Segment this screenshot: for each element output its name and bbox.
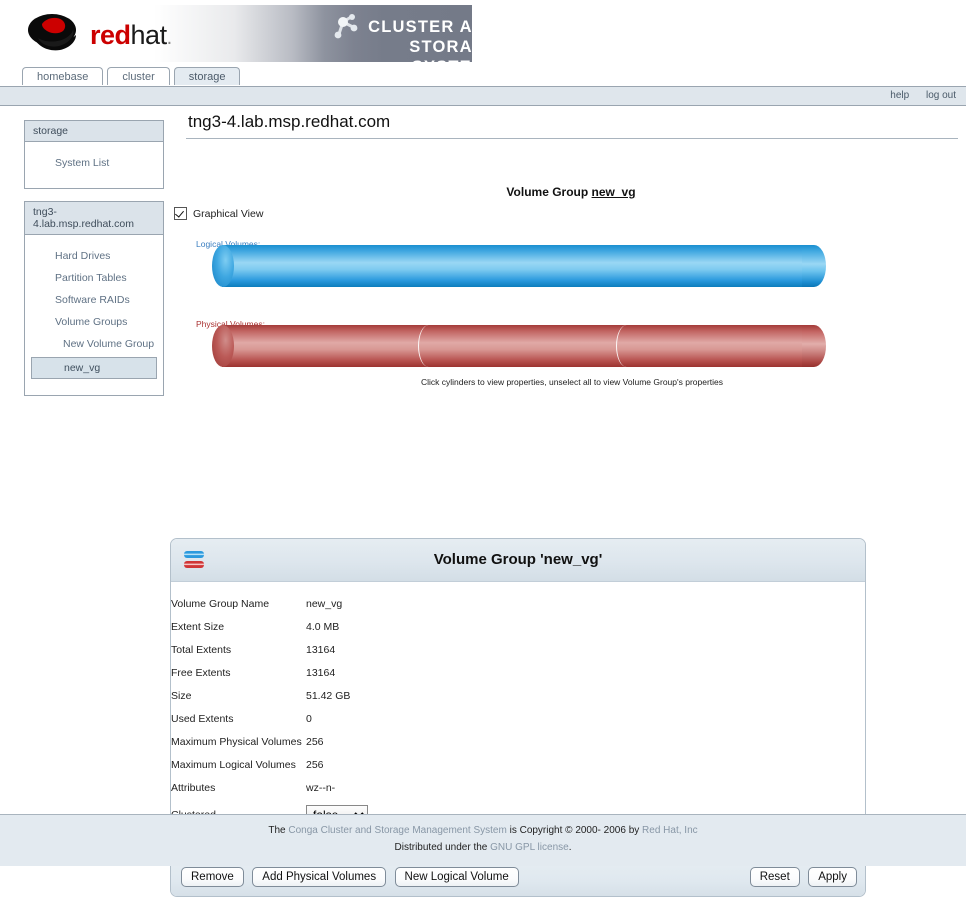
tab-homebase[interactable]: homebase xyxy=(22,67,103,85)
property-value: 256 xyxy=(306,753,865,776)
tab-storage[interactable]: storage xyxy=(174,67,241,85)
property-value: 13164 xyxy=(306,638,865,661)
volume-group-heading-name: new_vg xyxy=(592,185,636,199)
property-value: 4.0 MB xyxy=(306,615,865,638)
table-row: Total Extents 13164 xyxy=(171,638,865,661)
property-key: Total Extents xyxy=(171,638,306,661)
table-row: Free Extents 13164 xyxy=(171,661,865,684)
page-footer: The Conga Cluster and Storage Management… xyxy=(0,814,966,866)
property-key: Size xyxy=(171,684,306,707)
property-value: 13164 xyxy=(306,661,865,684)
logical-volume-cylinder-body xyxy=(222,245,814,287)
gnu-gpl-link[interactable]: GNU GPL license xyxy=(490,842,569,853)
panel-header: Volume Group 'new_vg' xyxy=(171,539,865,582)
property-key: Attributes xyxy=(171,776,306,799)
help-link[interactable]: help xyxy=(890,90,909,101)
sidebar-box-host: tng3-4.lab.msp.redhat.com Hard Drives Pa… xyxy=(24,201,164,396)
table-row: Used Extents 0 xyxy=(171,707,865,730)
graphical-view-checkbox[interactable] xyxy=(174,207,187,220)
wordmark-red: red xyxy=(90,20,131,50)
apply-button[interactable]: Apply xyxy=(808,867,857,887)
property-value: new_vg xyxy=(306,592,865,615)
property-value: 256 xyxy=(306,730,865,753)
page-title: tng3-4.lab.msp.redhat.com xyxy=(186,112,958,139)
add-physical-volumes-button[interactable]: Add Physical Volumes xyxy=(252,867,386,887)
redhat-wordmark: redhat. xyxy=(90,20,172,51)
property-key: Used Extents xyxy=(171,707,306,730)
graphical-view-row: Graphical View xyxy=(186,207,958,223)
table-row: Size 51.42 GB xyxy=(171,684,865,707)
footer-line-1: The Conga Cluster and Storage Management… xyxy=(0,825,966,836)
property-value: 0 xyxy=(306,707,865,730)
utility-links: help log out xyxy=(876,90,956,101)
graphical-view-canvas: Logical Volumes: Physical Volumes: Click… xyxy=(186,231,958,391)
panel-title: Volume Group 'new_vg' xyxy=(171,539,865,581)
sidebar-item-new-vg[interactable]: new_vg xyxy=(31,357,157,379)
physical-volume-cylinder[interactable] xyxy=(212,325,826,367)
sidebar-box-storage-items: System List xyxy=(25,142,163,188)
logical-volume-cylinder-left-cap xyxy=(212,245,234,287)
footer-text-period: . xyxy=(569,842,572,853)
remove-button[interactable]: Remove xyxy=(181,867,244,887)
property-value: wz--n- xyxy=(306,776,865,799)
physical-volume-cylinder-right-cap xyxy=(802,325,826,367)
physical-volume-cylinder-body xyxy=(222,325,814,367)
sidebar-item-partition-tables[interactable]: Partition Tables xyxy=(25,267,163,289)
sidebar-item-hard-drives[interactable]: Hard Drives xyxy=(25,245,163,267)
sidebar-item-system-list[interactable]: System List xyxy=(25,152,163,174)
footer-line-2: Distributed under the GNU GPL license. xyxy=(0,842,966,853)
table-row: Volume Group Name new_vg xyxy=(171,592,865,615)
tab-list: homebase cluster storage xyxy=(22,66,240,84)
property-key: Volume Group Name xyxy=(171,592,306,615)
main-content: tng3-4.lab.msp.redhat.com Volume Group n… xyxy=(186,112,958,391)
redhat-logo-icon xyxy=(26,8,84,56)
footer-text-the: The xyxy=(268,825,288,836)
sidebar-box-host-items: Hard Drives Partition Tables Software RA… xyxy=(25,235,163,395)
graphical-view-control[interactable]: Graphical View xyxy=(174,207,263,220)
molecule-icon xyxy=(329,14,367,44)
redhat-inc-link[interactable]: Red Hat, Inc xyxy=(642,825,698,836)
tab-cluster[interactable]: cluster xyxy=(107,67,169,85)
property-key: Free Extents xyxy=(171,661,306,684)
wordmark-hat: hat xyxy=(131,20,167,50)
property-key: Maximum Logical Volumes xyxy=(171,753,306,776)
sidebar-box-host-title: tng3-4.lab.msp.redhat.com xyxy=(25,202,163,235)
footer-text-distributed: Distributed under the xyxy=(395,842,491,853)
product-name-line1: CLUSTER AND xyxy=(368,18,499,36)
conga-link[interactable]: Conga Cluster and Storage Management Sys… xyxy=(288,825,506,836)
property-key: Maximum Physical Volumes xyxy=(171,730,306,753)
wordmark-dot: . xyxy=(167,27,172,49)
sidebar-item-volume-groups[interactable]: Volume Groups xyxy=(25,311,163,333)
footer-text-copyright: is Copyright © 2000- 2006 by xyxy=(507,825,642,836)
sidebar-item-software-raids[interactable]: Software RAIDs xyxy=(25,289,163,311)
masthead: CLUSTER AND STORAGE SYSTEMS redhat. xyxy=(0,0,966,66)
logical-volume-cylinder[interactable] xyxy=(212,245,826,287)
sidebar-box-storage-title: storage xyxy=(25,121,163,142)
sidebar-box-storage: storage System List xyxy=(24,120,164,189)
new-logical-volume-button[interactable]: New Logical Volume xyxy=(395,867,519,887)
table-row: Extent Size 4.0 MB xyxy=(171,615,865,638)
property-key: Extent Size xyxy=(171,615,306,638)
table-row: Maximum Physical Volumes 256 xyxy=(171,730,865,753)
reset-button[interactable]: Reset xyxy=(750,867,800,887)
volume-group-icon xyxy=(183,548,207,572)
panel-footer-right-buttons: Reset Apply xyxy=(750,867,857,887)
volume-group-heading-prefix: Volume Group xyxy=(506,185,591,199)
logout-link[interactable]: log out xyxy=(926,90,956,101)
physical-volume-cylinder-left-cap xyxy=(212,325,234,367)
property-value: 51.42 GB xyxy=(306,684,865,707)
sidebar-item-new-volume-group[interactable]: New Volume Group xyxy=(25,333,163,355)
panel-footer-left-buttons: Remove Add Physical Volumes New Logical … xyxy=(181,867,523,887)
table-row: Maximum Logical Volumes 256 xyxy=(171,753,865,776)
secondary-bar: help log out xyxy=(0,87,966,106)
volume-group-heading: Volume Group new_vg xyxy=(186,185,956,199)
table-row: Attributes wz--n- xyxy=(171,776,865,799)
primary-tabbar: homebase cluster storage xyxy=(0,66,966,87)
logical-volume-cylinder-right-cap xyxy=(802,245,826,287)
graphical-view-label: Graphical View xyxy=(193,208,263,220)
cylinder-hint-text: Click cylinders to view properties, unse… xyxy=(186,377,958,387)
sidebar: storage System List tng3-4.lab.msp.redha… xyxy=(24,120,164,408)
